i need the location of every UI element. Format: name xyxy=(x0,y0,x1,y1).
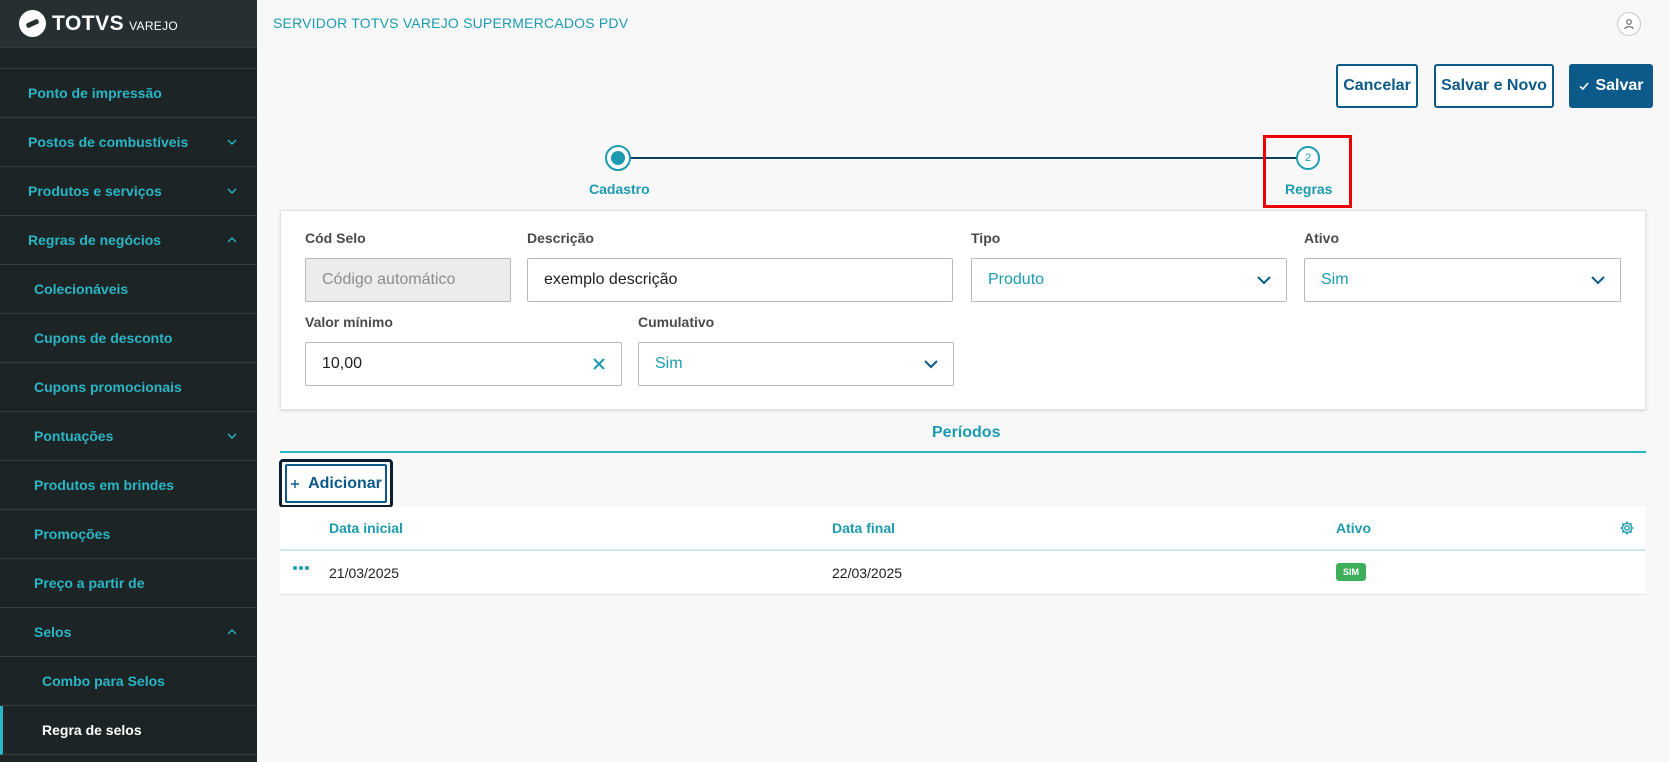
sidebar-item-combo-selos[interactable]: Combo para Selos xyxy=(0,657,257,706)
plus-icon xyxy=(291,479,300,488)
table-row[interactable]: 21/03/2025 22/03/2025 SIM xyxy=(280,551,1646,595)
column-header-data-final[interactable]: Data final xyxy=(832,520,895,536)
sidebar-item-label: Produtos em brindes xyxy=(34,477,175,493)
cancel-button[interactable]: Cancelar xyxy=(1336,64,1418,108)
tab-active-indicator xyxy=(280,451,1646,453)
cancel-button-label: Cancelar xyxy=(1343,77,1411,94)
chevron-down-icon xyxy=(924,360,938,369)
sidebar-item-label: Combo para Selos xyxy=(42,673,165,689)
cod-selo-field: Código automático xyxy=(305,258,511,302)
column-header-ativo[interactable]: Ativo xyxy=(1336,520,1371,536)
sidebar-spacer xyxy=(0,48,257,69)
chevron-down-icon xyxy=(1591,276,1605,285)
sidebar-item-label: Cupons promocionais xyxy=(34,379,182,395)
sidebar-item-colecionaveis[interactable]: Colecionáveis xyxy=(0,265,257,314)
stepper-line xyxy=(618,157,1309,159)
step-cadastro-label[interactable]: Cadastro xyxy=(589,181,650,197)
valor-minimo-value: 10,00 xyxy=(322,355,363,372)
sidebar-item-label: Pontuações xyxy=(34,428,114,444)
chevron-down-icon xyxy=(227,139,237,145)
add-period-button-label: Adicionar xyxy=(308,474,382,492)
sidebar-item-label: Regras de negócios xyxy=(28,232,162,248)
valor-minimo-input[interactable]: 10,00 xyxy=(305,342,622,386)
form-card: Cód Selo Código automático Descrição exe… xyxy=(280,210,1646,410)
add-period-button[interactable]: Adicionar xyxy=(279,459,393,508)
sidebar-item-produtos-brindes[interactable]: Produtos em brindes xyxy=(0,461,257,510)
sidebar-item-label: Postos de combustíveis xyxy=(28,134,189,150)
sidebar-item-promocoes[interactable]: Promoções xyxy=(0,510,257,559)
sidebar-item-regras-negocios[interactable]: Regras de negócios xyxy=(0,216,257,265)
cell-data-final: 22/03/2025 xyxy=(832,565,903,581)
tipo-value: Produto xyxy=(988,271,1045,288)
chevron-up-icon xyxy=(227,629,237,635)
chevron-up-icon xyxy=(227,237,237,243)
sidebar-item-cupons-promocionais[interactable]: Cupons promocionais xyxy=(0,363,257,412)
totvs-logo-icon xyxy=(19,10,46,37)
check-icon xyxy=(1579,82,1590,91)
cumulativo-label: Cumulativo xyxy=(638,314,715,330)
sidebar-item-produtos-servicos[interactable]: Produtos e serviços xyxy=(0,167,257,216)
step-regras-highlight-box xyxy=(1263,135,1352,208)
sidebar-item-selos[interactable]: Selos xyxy=(0,608,257,657)
ativo-select[interactable]: Sim xyxy=(1304,258,1621,302)
sidebar-item-cupons-desconto[interactable]: Cupons de desconto xyxy=(0,314,257,363)
step-cadastro-dot[interactable] xyxy=(605,145,631,171)
periods-table-header: Data inicial Data final Ativo xyxy=(280,507,1646,551)
clear-icon[interactable] xyxy=(591,356,607,372)
cumulativo-select[interactable]: Sim xyxy=(638,342,954,386)
tipo-select[interactable]: Produto xyxy=(971,258,1287,302)
cod-selo-label: Cód Selo xyxy=(305,230,366,246)
sidebar-item-ponto-impressao[interactable]: Ponto de impressão xyxy=(0,69,257,118)
user-avatar-button[interactable] xyxy=(1617,12,1641,36)
chevron-down-icon xyxy=(1257,276,1271,285)
sidebar-item-pontuacoes[interactable]: Pontuações xyxy=(0,412,257,461)
cumulativo-value: Sim xyxy=(655,355,683,372)
save-and-new-button[interactable]: Salvar e Novo xyxy=(1434,64,1554,108)
column-header-data-inicial[interactable]: Data inicial xyxy=(329,520,403,536)
descricao-label: Descrição xyxy=(527,230,594,246)
sidebar-item-label: Regra de selos xyxy=(42,722,142,738)
page-header-title: SERVIDOR TOTVS VAREJO SUPERMERCADOS PDV xyxy=(273,15,629,31)
tab-periodos[interactable]: Períodos xyxy=(932,424,1000,442)
tipo-label: Tipo xyxy=(971,230,1001,246)
chevron-down-icon xyxy=(227,433,237,439)
ativo-value: Sim xyxy=(1321,271,1349,288)
save-button-label: Salvar xyxy=(1595,77,1644,94)
sidebar-item-preco-partir[interactable]: Preço a partir de xyxy=(0,559,257,608)
cod-selo-placeholder: Código automático xyxy=(322,271,456,288)
save-button[interactable]: Salvar xyxy=(1569,64,1653,108)
sidebar-item-label: Colecionáveis xyxy=(34,281,129,297)
sidebar-item-label: Produtos e serviços xyxy=(28,183,162,199)
cell-data-inicial: 21/03/2025 xyxy=(329,565,400,581)
sidebar-item-postos-combustiveis[interactable]: Postos de combustíveis xyxy=(0,118,257,167)
gear-icon[interactable] xyxy=(1619,520,1635,536)
brand-logo-area[interactable]: TOTVS VAREJO xyxy=(0,0,257,48)
sidebar-item-label: Ponto de impressão xyxy=(28,85,162,101)
sidebar-item-label: Selos xyxy=(34,624,72,640)
save-and-new-button-label: Salvar e Novo xyxy=(1441,77,1547,94)
sidebar: TOTVS VAREJO Ponto de impressão Postos d… xyxy=(0,0,257,762)
sidebar-item-label: Preço a partir de xyxy=(34,575,145,591)
chevron-down-icon xyxy=(227,188,237,194)
ativo-label: Ativo xyxy=(1304,230,1339,246)
more-options-icon[interactable] xyxy=(292,565,310,571)
status-badge: SIM xyxy=(1336,563,1367,581)
sidebar-item-regra-selos[interactable]: Regra de selos xyxy=(0,706,257,755)
add-period-button-inner: Adicionar xyxy=(285,464,387,503)
valor-minimo-label: Valor mínimo xyxy=(305,314,393,330)
brand-name: TOTVS xyxy=(52,11,125,35)
descricao-input[interactable]: exemplo descrição xyxy=(527,258,953,302)
brand-sub: VAREJO xyxy=(129,18,179,33)
descricao-value: exemplo descrição xyxy=(544,271,678,288)
sidebar-item-label: Cupons de desconto xyxy=(34,330,173,346)
user-icon xyxy=(1624,19,1634,30)
sidebar-item-label: Promoções xyxy=(34,526,111,542)
